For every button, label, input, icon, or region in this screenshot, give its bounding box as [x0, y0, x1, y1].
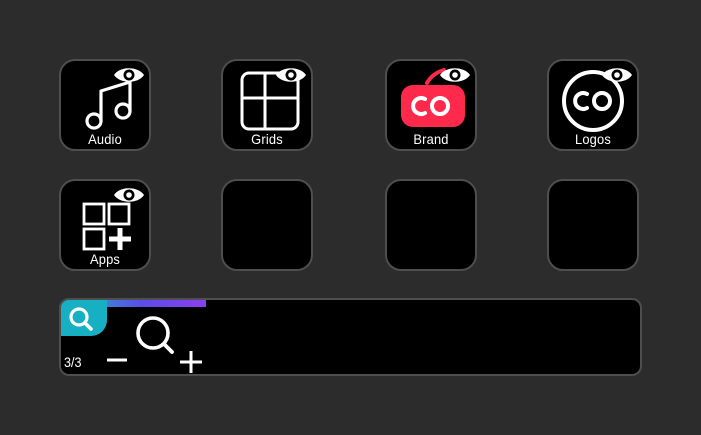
- key-brand[interactable]: Brand: [385, 59, 477, 151]
- key-label: Apps: [89, 251, 121, 267]
- key-empty[interactable]: [221, 179, 313, 271]
- key-empty[interactable]: [547, 179, 639, 271]
- search-icon: [69, 307, 93, 331]
- zoom-icon: [107, 316, 202, 373]
- eye-icon: [114, 188, 144, 202]
- eye-icon: [276, 68, 306, 82]
- key-empty[interactable]: [385, 179, 477, 271]
- key-audio[interactable]: Audio: [59, 59, 151, 151]
- eye-icon: [114, 68, 144, 82]
- eye-icon: [440, 68, 470, 82]
- dial-touch-strip[interactable]: 3/3: [59, 298, 642, 376]
- eye-icon: [602, 68, 632, 82]
- key-label: Audio: [88, 131, 122, 147]
- key-label: Brand: [413, 131, 449, 147]
- page-indicator: 3/3: [64, 354, 82, 370]
- key-apps[interactable]: Apps: [59, 179, 151, 271]
- key-label: Grids: [251, 131, 283, 147]
- key-logos[interactable]: Logos: [547, 59, 639, 151]
- key-label: Logos: [574, 131, 612, 147]
- key-grids[interactable]: Grids: [221, 59, 313, 151]
- dial-tab: [61, 300, 107, 336]
